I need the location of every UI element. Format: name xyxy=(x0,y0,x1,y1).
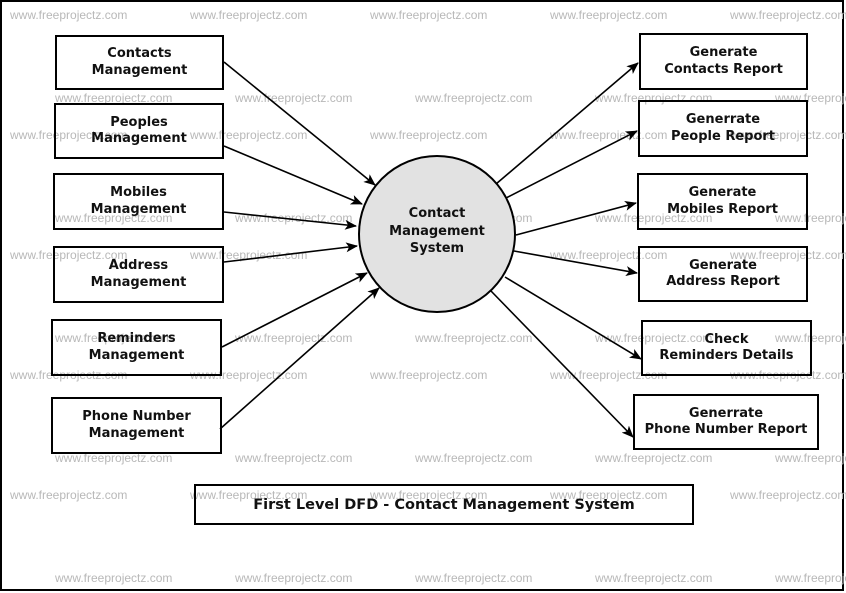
flow-arrow-center-to-generate-mobiles-report[interactable] xyxy=(515,201,637,236)
diagram-title-box: First Level DFD - Contact Management Sys… xyxy=(194,484,694,525)
entity-label-line: Mobiles Report xyxy=(667,201,778,217)
entity-label-line: Management xyxy=(90,201,187,217)
entity-label-line: Reminders xyxy=(97,331,176,346)
flow-arrow-center-to-check-reminders-details[interactable] xyxy=(504,276,642,360)
flow-arrow-address-management-to-center[interactable] xyxy=(223,242,358,263)
entity-phone-number-management[interactable]: Phone Number Management xyxy=(51,397,222,454)
entity-contacts-management[interactable]: Contacts Management xyxy=(55,35,224,90)
entity-label-line: Management xyxy=(88,425,185,441)
entity-label-line: Reminders Details xyxy=(659,348,794,363)
entity-label-line: Peoples xyxy=(110,114,168,130)
entity-label-line: Mobiles xyxy=(110,185,167,200)
entity-label-line: Generate xyxy=(689,45,758,60)
entity-label-line: Phone Number xyxy=(82,409,191,424)
flow-arrow-mobiles-management-to-center[interactable] xyxy=(223,211,357,230)
entity-peoples-management[interactable]: Peoples Management xyxy=(54,103,224,159)
flow-arrow-contacts-management-to-center[interactable] xyxy=(223,61,376,186)
entity-label-line: Generate xyxy=(689,257,757,273)
entity-label-line: Check xyxy=(704,331,749,347)
entity-label-line: Management xyxy=(90,274,187,290)
entity-check-reminders-details[interactable]: Check Reminders Details xyxy=(641,320,812,376)
flow-arrow-peoples-management-to-center[interactable] xyxy=(223,145,363,205)
diagram-title: First Level DFD - Contact Management Sys… xyxy=(253,496,635,513)
center-process-label: Contact Management System xyxy=(358,205,516,258)
entity-reminders-management[interactable]: Reminders Management xyxy=(51,319,222,376)
entity-label-line: Management xyxy=(88,347,185,363)
entity-label-line: Management xyxy=(91,131,187,146)
entity-address-management[interactable]: Address Management xyxy=(53,246,224,303)
flow-arrow-reminders-management-to-center[interactable] xyxy=(221,272,368,348)
entity-label-line: People Report xyxy=(670,128,776,144)
flow-arrow-center-to-generate-people-report[interactable] xyxy=(505,130,638,199)
entity-generate-address-report[interactable]: Generate Address Report xyxy=(638,246,808,302)
center-label-line: System xyxy=(409,241,465,256)
flow-arrow-center-to-generate-contacts-report[interactable] xyxy=(495,62,639,185)
flow-arrow-center-to-generate-phone-number-report[interactable] xyxy=(490,290,634,438)
center-label-line: Management xyxy=(389,223,485,239)
entity-label-line: Management xyxy=(91,62,188,78)
entity-generate-contacts-report[interactable]: Generate Contacts Report xyxy=(639,33,808,90)
dfd-canvas: www.freeprojectz.com www.freeprojectz.com… xyxy=(0,0,846,593)
entity-generate-mobiles-report[interactable]: Generate Mobiles Report xyxy=(637,173,808,230)
entity-label-line: Phone Number Report xyxy=(644,422,808,437)
center-label-line: Contact xyxy=(408,206,466,221)
entity-mobiles-management[interactable]: Mobiles Management xyxy=(53,173,224,230)
entity-label-line: Generrate xyxy=(688,405,764,421)
entity-generate-people-report[interactable]: Generrate People Report xyxy=(638,100,808,157)
entity-label-line: Address Report xyxy=(666,274,780,289)
entity-label-line: Contacts xyxy=(107,46,172,61)
entity-label-line: Generrate xyxy=(685,112,761,127)
entity-label-line: Contacts Report xyxy=(664,61,783,77)
entity-generate-phone-number-report[interactable]: Generrate Phone Number Report xyxy=(633,394,819,450)
entity-label-line: Generate xyxy=(688,185,757,200)
flow-arrow-phone-number-management-to-center[interactable] xyxy=(219,287,380,430)
flow-arrow-center-to-generate-address-report[interactable] xyxy=(513,250,638,276)
entity-label-line: Address xyxy=(108,258,169,273)
